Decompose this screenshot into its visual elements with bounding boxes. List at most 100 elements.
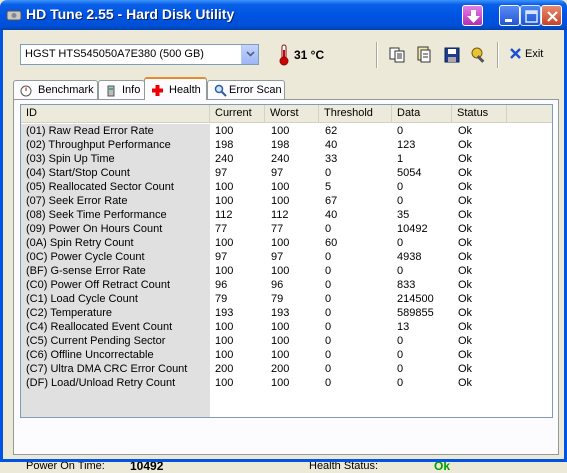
cell-current: 77 (215, 223, 228, 235)
exit-label: Exit (525, 48, 544, 60)
table-row[interactable]: (C6) Offline Uncorrectable 100 100 0 0 Ok (21, 348, 552, 362)
minimize-button[interactable] (499, 5, 520, 26)
column-header-status[interactable]: Status (452, 105, 507, 123)
drive-select[interactable]: HGST HTS545050A7E380 (500 GB) (20, 44, 259, 65)
cell-data: 0 (397, 335, 404, 347)
cell-threshold: 0 (325, 349, 332, 361)
tab-benchmark[interactable]: Benchmark (13, 80, 98, 99)
table-row[interactable]: (08) Seek Time Performance 112 112 40 35 Ok (21, 208, 552, 222)
table-row[interactable]: (C5) Current Pending Sector 100 100 0 0 Ok (21, 334, 552, 348)
cell-data: 10492 (397, 223, 428, 235)
cell-id: (BF) G-sense Error Rate (26, 265, 146, 277)
cell-status: Ok (458, 237, 473, 249)
column-header-data[interactable]: Data (392, 105, 452, 123)
close-button[interactable] (541, 5, 562, 26)
save-screenshot-button[interactable] (462, 5, 483, 26)
table-row[interactable]: (05) Reallocated Sector Count 100 100 5 0 Ok (21, 180, 552, 194)
cell-data: 0 (397, 377, 404, 389)
cell-worst: 77 (271, 223, 284, 235)
cell-worst: 97 (271, 167, 284, 179)
cell-id: (09) Power On Hours Count (26, 223, 163, 235)
cell-id: (C1) Load Cycle Count (26, 293, 138, 305)
dropdown-button[interactable] (241, 45, 258, 64)
window-title: HD Tune 2.55 - Hard Disk Utility (26, 6, 235, 22)
cell-data: 0 (397, 195, 404, 207)
table-row[interactable]: (C0) Power Off Retract Count 96 96 0 833 Ok (21, 278, 552, 292)
cell-current: 100 (215, 265, 234, 277)
table-row[interactable]: (01) Raw Read Error Rate 100 100 62 0 Ok (21, 124, 552, 138)
tab-health[interactable]: Health (144, 77, 207, 100)
download-arrow-icon (467, 10, 480, 23)
cell-status: Ok (458, 377, 473, 389)
maximize-button[interactable] (520, 5, 541, 26)
cell-current: 96 (215, 279, 228, 291)
table-row[interactable]: (BF) G-sense Error Rate 100 100 0 0 Ok (21, 264, 552, 278)
column-header-id[interactable]: ID (21, 105, 210, 123)
cell-data: 0 (397, 349, 404, 361)
cell-data: 0 (397, 265, 404, 277)
cell-threshold: 0 (325, 293, 332, 305)
cell-worst: 96 (271, 279, 284, 291)
cell-id: (03) Spin Up Time (26, 153, 115, 165)
column-header-current[interactable]: Current (210, 105, 265, 123)
cell-data: 0 (397, 237, 404, 249)
copy-info-icon[interactable] (388, 46, 406, 64)
cell-status: Ok (458, 265, 473, 277)
table-row[interactable]: (0C) Power Cycle Count 97 97 0 4938 Ok (21, 250, 552, 264)
cell-data: 0 (397, 181, 404, 193)
table-row[interactable]: (02) Throughput Performance 198 198 40 123 Ok (21, 138, 552, 152)
cell-threshold: 0 (325, 377, 332, 389)
table-row[interactable]: (03) Spin Up Time 240 240 33 1 Ok (21, 152, 552, 166)
cell-current: 100 (215, 377, 234, 389)
cell-current: 240 (215, 153, 234, 165)
cell-current: 97 (215, 167, 228, 179)
health-status-value: Ok (434, 459, 451, 473)
smart-table[interactable]: ID Current Worst Threshold Data Status (… (20, 104, 553, 418)
cell-threshold: 0 (325, 335, 332, 347)
tab-error-scan[interactable]: Error Scan (207, 80, 285, 99)
table-row[interactable]: (C2) Temperature 193 193 0 589855 Ok (21, 306, 552, 320)
cell-worst: 100 (271, 377, 290, 389)
options-wrench-icon[interactable] (470, 46, 488, 64)
copy-all-icon[interactable] (415, 46, 433, 64)
table-row[interactable]: (04) Start/Stop Count 97 97 0 5054 Ok (21, 166, 552, 180)
cell-threshold: 40 (325, 209, 338, 221)
cell-current: 100 (215, 349, 234, 361)
info-icon (107, 85, 115, 97)
cell-id: (02) Throughput Performance (26, 139, 171, 151)
cell-current: 100 (215, 321, 234, 333)
cell-status: Ok (458, 363, 473, 375)
cell-id: (C5) Current Pending Sector (26, 335, 166, 347)
cell-threshold: 67 (325, 195, 338, 207)
tab-label: Info (122, 84, 141, 96)
save-icon[interactable] (443, 46, 461, 64)
maximize-icon (525, 10, 538, 23)
column-header-threshold[interactable]: Threshold (319, 105, 392, 123)
table-row[interactable]: (C4) Reallocated Event Count 100 100 0 13 Ok (21, 320, 552, 334)
table-row[interactable]: (C1) Load Cycle Count 79 79 0 214500 Ok (21, 292, 552, 306)
table-row[interactable]: (09) Power On Hours Count 77 77 0 10492 Ok (21, 222, 552, 236)
cell-id: (C0) Power Off Retract Count (26, 279, 171, 291)
table-header: ID Current Worst Threshold Data Status (21, 105, 552, 123)
cell-current: 112 (215, 209, 233, 221)
cell-current: 100 (215, 125, 234, 137)
cell-threshold: 0 (325, 363, 332, 375)
table-row[interactable]: (0A) Spin Retry Count 100 100 60 0 Ok (21, 236, 552, 250)
power-on-value: 10492 (130, 459, 164, 473)
cell-status: Ok (458, 195, 473, 207)
thermometer-icon (279, 44, 289, 66)
cell-status: Ok (458, 167, 473, 179)
cell-worst: 193 (271, 307, 290, 319)
tab-info[interactable]: Info (98, 80, 145, 99)
table-row[interactable]: (C7) Ultra DMA CRC Error Count 200 200 0 0 Ok (21, 362, 552, 376)
cell-data: 0 (397, 363, 404, 375)
cell-current: 100 (215, 181, 234, 193)
table-row[interactable]: (07) Seek Error Rate 100 100 67 0 Ok (21, 194, 552, 208)
column-header-worst[interactable]: Worst (265, 105, 319, 123)
cell-threshold: 0 (325, 321, 332, 333)
table-row[interactable]: (DF) Load/Unload Retry Count 100 100 0 0 Ok (21, 376, 552, 390)
title-bar[interactable]: HD Tune 2.55 - Hard Disk Utility (0, 0, 567, 30)
cell-data: 589855 (397, 307, 434, 319)
cell-status: Ok (458, 279, 473, 291)
cell-worst: 100 (271, 195, 290, 207)
